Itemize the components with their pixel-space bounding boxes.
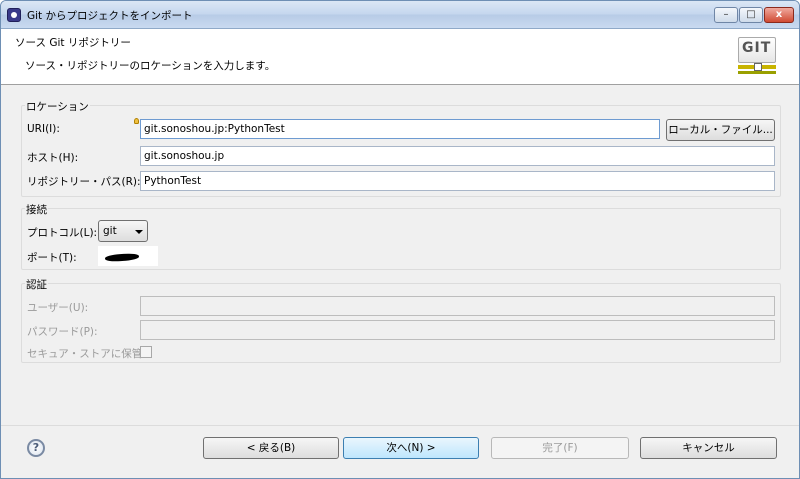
chevron-down-icon [135, 230, 143, 234]
app-icon [7, 8, 21, 22]
uri-label: URI(I): [27, 123, 60, 135]
cancel-button[interactable]: キャンセル [640, 437, 777, 459]
location-group-label: ロケーション [25, 99, 90, 114]
footer-separator [1, 425, 799, 426]
back-button[interactable]: < 戻る(B) [203, 437, 339, 459]
window-title: Git からプロジェクトをインポート [27, 10, 193, 22]
title-bar[interactable]: Git からプロジェクトをインポート – □ x [1, 1, 799, 29]
connection-group-label: 接続 [25, 202, 48, 217]
wizard-header: ソース Git リポジトリー ソース・リポジトリーのロケーションを入力します。 … [1, 29, 799, 85]
finish-button[interactable]: 完了(F) [491, 437, 629, 459]
host-label: ホスト(H): [27, 152, 79, 164]
repo-path-input[interactable]: PythonTest [140, 171, 775, 191]
local-file-button[interactable]: ローカル・ファイル... [666, 119, 775, 141]
git-logo-icon: GIT [738, 37, 776, 77]
secure-store-checkbox[interactable] [140, 346, 152, 358]
protocol-select[interactable]: git [98, 220, 148, 242]
password-input[interactable] [140, 320, 775, 340]
uri-input[interactable]: git.sonoshou.jp:PythonTest [140, 119, 660, 139]
import-git-dialog: Git からプロジェクトをインポート – □ x ソース Git リポジトリー … [0, 0, 800, 479]
next-button[interactable]: 次へ(N) > [343, 437, 479, 459]
host-input[interactable]: git.sonoshou.jp [140, 146, 775, 166]
minimize-button[interactable]: – [714, 7, 738, 23]
password-label: パスワード(P): [27, 326, 98, 338]
maximize-button[interactable]: □ [739, 7, 763, 23]
lightbulb-icon [134, 118, 139, 124]
page-description: ソース・リポジトリーのロケーションを入力します。 [25, 60, 276, 72]
repo-path-label: リポジトリー・パス(R): [27, 176, 141, 188]
close-button[interactable]: x [764, 7, 794, 23]
page-title: ソース Git リポジトリー [15, 37, 131, 49]
help-icon[interactable]: ? [27, 439, 45, 457]
secure-store-label: セキュア・ストアに保管 [27, 348, 143, 360]
user-label: ユーザー(U): [27, 302, 89, 314]
user-input[interactable] [140, 296, 775, 316]
port-label: ポート(T): [27, 252, 77, 264]
protocol-label: プロトコル(L): [27, 227, 98, 239]
protocol-select-value: git [103, 225, 117, 237]
git-logo-text: GIT [742, 40, 772, 56]
auth-group-label: 認証 [25, 277, 48, 292]
